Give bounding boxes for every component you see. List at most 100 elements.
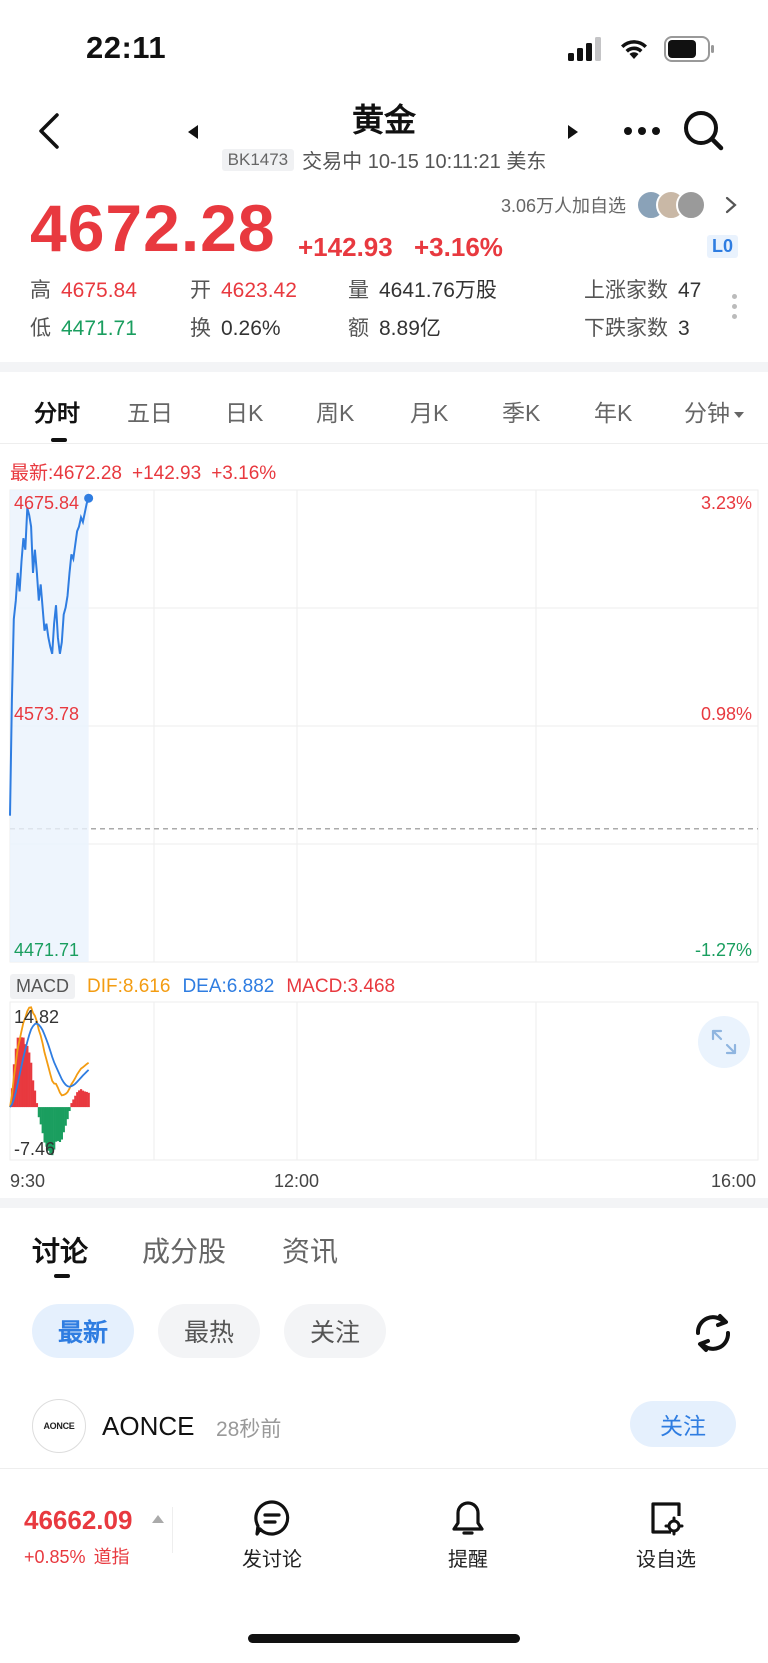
post-item[interactable]: AONCE AONCE 28秒前 关注 <box>0 1395 768 1467</box>
macd-histogram-bar <box>70 1103 73 1108</box>
stat-label: 额 <box>348 317 369 340</box>
tab-news[interactable]: 资讯 <box>282 1230 338 1270</box>
refresh-button[interactable] <box>690 1310 736 1356</box>
macd-histogram-bar <box>55 1107 58 1142</box>
tab-underline <box>51 438 67 442</box>
avatar <box>676 190 706 220</box>
chat-icon <box>254 1500 290 1536</box>
nav-alert[interactable]: 提醒 <box>418 1499 518 1572</box>
level-badge[interactable]: L0 <box>706 235 738 258</box>
stat-label: 上涨家数 <box>584 279 668 302</box>
battery-icon <box>664 36 714 62</box>
expand-stats-icon[interactable] <box>732 294 738 324</box>
macd-histogram-bar <box>41 1107 44 1134</box>
tab-minute[interactable]: 分钟 <box>684 394 744 428</box>
tab-month-k[interactable]: 月K <box>410 394 448 428</box>
filter-hot[interactable]: 最热 <box>158 1304 260 1358</box>
nav-add-watchlist[interactable]: 设自选 <box>616 1499 716 1572</box>
user-avatar[interactable]: AONCE <box>32 1399 86 1453</box>
time-end-label: 16:00 <box>710 1171 756 1191</box>
macd-histogram-bar <box>87 1092 90 1108</box>
macd-histogram-bar <box>64 1107 67 1126</box>
stat-label: 高 <box>30 279 51 302</box>
macd-histogram-bar <box>62 1107 65 1133</box>
macd-low-label: -7.46 <box>14 1139 56 1159</box>
nav-post-discussion[interactable]: 发讨论 <box>222 1499 322 1572</box>
expand-chart-button[interactable] <box>698 1016 750 1068</box>
nav-label: 提醒 <box>448 1549 488 1571</box>
search-icon <box>684 111 724 151</box>
divider <box>172 1507 173 1553</box>
macd-histogram-bar <box>68 1107 71 1112</box>
stat-high: 高 4675.84 <box>30 274 137 304</box>
macd-histogram-bar <box>72 1099 75 1108</box>
nav-label: 设自选 <box>636 1549 696 1571</box>
divider <box>0 1198 768 1208</box>
watcher-avatars <box>636 190 706 220</box>
tab-week-k[interactable]: 周K <box>316 394 354 428</box>
status-icons <box>568 36 716 62</box>
macd-histogram-bar <box>74 1095 77 1108</box>
intraday-chart[interactable] <box>0 480 768 1170</box>
more-dots-icon <box>624 127 660 135</box>
stat-value: 4641.76万股 <box>379 279 497 302</box>
search-button[interactable] <box>682 109 726 153</box>
bell-icon <box>452 1501 484 1535</box>
more-button[interactable] <box>620 117 664 145</box>
macd-histogram-bar <box>39 1107 42 1125</box>
stat-turnover: 换 0.26% <box>190 312 281 342</box>
macd-high-label: 14.82 <box>14 1007 60 1027</box>
tab-quarter-k[interactable]: 季K <box>502 394 540 428</box>
filter-following[interactable]: 关注 <box>284 1304 386 1358</box>
stat-low: 低 4471.71 <box>30 312 137 342</box>
status-time: 22:11 <box>86 30 167 65</box>
stat-value: 8.89亿 <box>379 317 441 340</box>
y-axis-low-label: 4471.71 <box>14 940 80 960</box>
subtitle: BK1473 交易中 10-15 10:11:21 美东 <box>180 145 588 174</box>
tab-minute-label: 分钟 <box>684 400 730 426</box>
stat-value: 4471.71 <box>61 317 137 340</box>
macd-value: MACD:3.468 <box>286 975 396 997</box>
expand-icon <box>711 1029 737 1055</box>
macd-histogram-bar <box>37 1107 40 1118</box>
tab-day-k[interactable]: 日K <box>225 394 263 428</box>
macd-histogram-bar <box>26 1045 29 1108</box>
chart-tabs: 分时 五日 日K 周K 月K 季K 年K 分钟 <box>0 372 768 444</box>
post-time: 28秒前 <box>216 1418 282 1441</box>
chevron-right-icon <box>725 196 737 214</box>
macd-histogram-bar <box>58 1107 62 1143</box>
triangle-up-icon <box>152 1515 164 1523</box>
macd-histogram-bar <box>78 1090 81 1108</box>
tab-constituents[interactable]: 成分股 <box>142 1230 226 1270</box>
stat-label: 换 <box>190 317 211 340</box>
caret-down-icon <box>734 411 744 418</box>
macd-histogram-bar <box>66 1107 69 1120</box>
stat-up-count: 上涨家数 47 <box>584 274 701 304</box>
price-change-pct: +3.16% <box>414 232 503 262</box>
title-block: 黄金 BK1473 交易中 10-15 10:11:21 美东 <box>180 95 588 174</box>
pct-axis-low-label: -1.27% <box>694 940 752 960</box>
tab-five-day[interactable]: 五日 <box>127 394 173 428</box>
macd-histogram-bar <box>32 1080 35 1108</box>
filter-latest[interactable]: 最新 <box>32 1304 134 1358</box>
next-stock-button[interactable] <box>568 125 578 139</box>
page-title: 黄金 <box>351 102 416 138</box>
follow-button[interactable]: 关注 <box>630 1401 736 1447</box>
watchlist-settings-icon <box>651 1502 684 1536</box>
macd-badge[interactable]: MACD <box>10 974 75 999</box>
macd-dea: DEA:6.882 <box>182 975 275 997</box>
tab-intraday[interactable]: 分时 <box>34 394 80 428</box>
tab-year-k[interactable]: 年K <box>594 394 632 428</box>
user-name[interactable]: AONCE <box>102 1411 194 1442</box>
stock-code-badge: BK1473 <box>221 148 295 171</box>
macd-histogram-bar <box>35 1103 39 1108</box>
stat-label: 下跌家数 <box>584 317 668 340</box>
watchers-row[interactable]: 3.06万人加自选 <box>501 190 738 220</box>
macd-histogram-bar <box>60 1107 63 1140</box>
tab-discussion[interactable]: 讨论 <box>32 1230 88 1270</box>
macd-histogram-bar <box>22 1037 25 1108</box>
macd-histogram-bar <box>85 1091 88 1108</box>
macd-frame <box>9 1001 759 1161</box>
back-button[interactable] <box>28 109 68 153</box>
divider <box>0 362 768 372</box>
